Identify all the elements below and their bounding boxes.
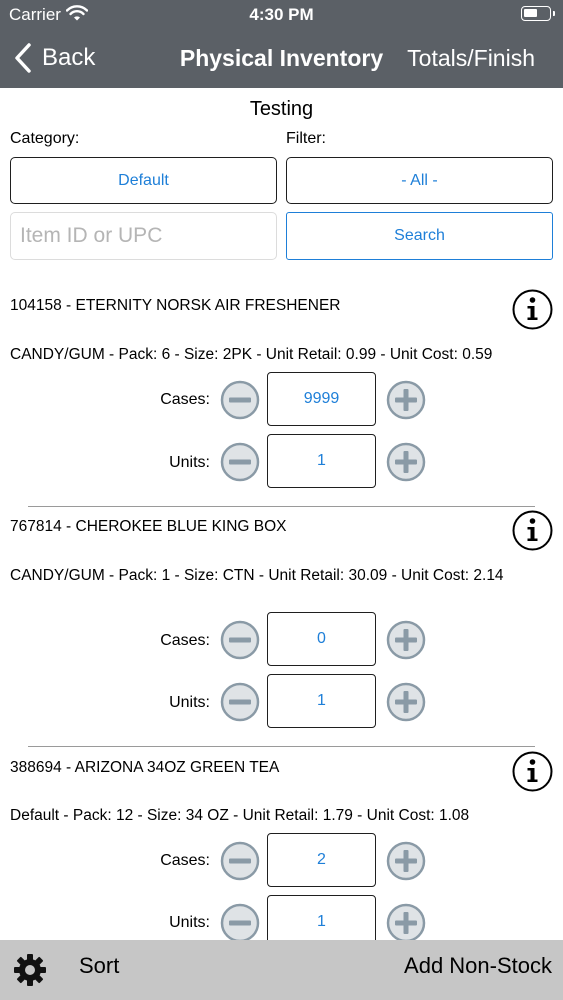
battery-icon [521,6,551,21]
minus-circle-icon[interactable] [220,380,260,420]
back-label: Back [42,44,96,71]
item-divider [28,746,535,747]
item-description: CANDY/GUM - Pack: 6 - Size: 2PK - Unit R… [10,346,493,363]
units-quantity-field[interactable]: 1 [267,434,376,488]
back-button[interactable]: Back [14,40,95,76]
item-search-input[interactable] [10,212,277,260]
nav-bar: Back Physical Inventory Totals/Finish [0,30,563,88]
cases-label: Cases: [160,852,210,869]
gear-icon[interactable] [13,953,47,987]
plus-circle-icon[interactable] [386,380,426,420]
status-time: 4:30 PM [249,5,314,24]
item-description: CANDY/GUM - Pack: 1 - Size: CTN - Unit R… [10,567,504,584]
bottom-toolbar: Sort Add Non-Stock [0,940,563,1000]
search-button[interactable]: Search [286,212,553,260]
item-title: 767814 - CHEROKEE BLUE KING BOX [10,518,287,535]
add-non-stock-button[interactable]: Add Non-Stock [404,953,552,979]
store-title: Testing [249,98,314,120]
cases-quantity-field[interactable]: 0 [267,612,376,666]
filter-label: Filter: [286,130,326,147]
status-bar: Carrier 4:30 PM [0,0,563,30]
battery-nub [553,11,555,16]
category-label: Category: [10,130,80,147]
minus-circle-icon[interactable] [220,682,260,722]
units-label: Units: [169,914,210,931]
item-title: 104158 - ETERNITY NORSK AIR FRESHENER [10,297,341,314]
units-label: Units: [169,454,210,471]
cases-quantity-field[interactable]: 9999 [267,372,376,426]
plus-circle-icon[interactable] [386,620,426,660]
sort-button[interactable]: Sort [79,953,119,979]
info-icon[interactable] [512,510,553,551]
page-title: Physical Inventory [179,45,384,71]
info-icon[interactable] [512,751,553,792]
chevron-left-icon [15,43,31,73]
info-icon[interactable] [512,289,553,330]
plus-circle-icon[interactable] [386,682,426,722]
totals-finish-button[interactable]: Totals/Finish [407,45,535,72]
plus-circle-icon[interactable] [386,442,426,482]
item-title: 388694 - ARIZONA 34OZ GREEN TEA [10,759,280,776]
minus-circle-icon[interactable] [220,903,260,943]
plus-circle-icon[interactable] [386,841,426,881]
minus-circle-icon[interactable] [220,442,260,482]
filter-select[interactable]: - All - [286,157,553,204]
minus-circle-icon[interactable] [220,841,260,881]
units-quantity-field[interactable]: 1 [267,674,376,728]
minus-circle-icon[interactable] [220,620,260,660]
item-description: Default - Pack: 12 - Size: 34 OZ - Unit … [10,807,470,824]
item-divider [28,506,535,507]
units-label: Units: [169,694,210,711]
category-select[interactable]: Default [10,157,277,204]
cases-label: Cases: [160,632,210,649]
cases-label: Cases: [160,391,210,408]
plus-circle-icon[interactable] [386,903,426,943]
cases-quantity-field[interactable]: 2 [267,833,376,887]
